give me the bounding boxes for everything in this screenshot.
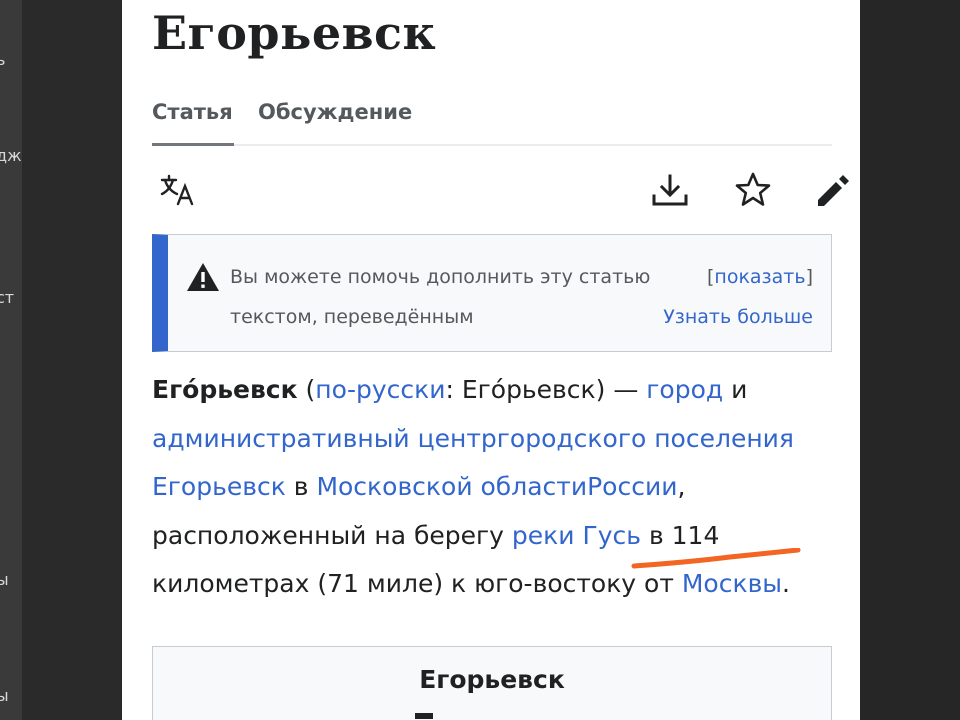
page-actions-toolbar [152, 164, 849, 216]
namespace-tabs: Статья Обсуждение [152, 96, 832, 146]
tab-talk[interactable]: Обсуждение [258, 100, 412, 124]
side-fragment: ст [0, 288, 15, 307]
edit-icon[interactable] [812, 168, 852, 212]
learn-more-link[interactable]: Узнать больше [663, 297, 813, 337]
page-title: Егорьевск [152, 6, 437, 60]
notice-line-2: текстом, переведённым [230, 306, 474, 328]
text: ( [297, 375, 316, 404]
active-tab-indicator [152, 143, 234, 146]
translate-icon[interactable] [158, 168, 198, 212]
star-icon[interactable] [733, 168, 773, 212]
link-river-gus[interactable]: реки Гусь [512, 521, 641, 550]
link-moscow-oblast[interactable]: Московской областиРоссии [316, 472, 677, 501]
notice-line-1: Вы можете помочь дополнить эту статью [230, 266, 651, 288]
notice-show-control: [показать] [707, 257, 813, 297]
link-russian[interactable]: по-русски [315, 375, 445, 404]
text: и [723, 375, 748, 404]
orange-underline-annotation [631, 548, 801, 569]
tab-article[interactable]: Статья [152, 100, 233, 124]
download-icon[interactable] [650, 168, 690, 212]
dark-margin-left [22, 0, 122, 720]
warning-icon [186, 261, 220, 298]
infobox-cut-off-text [415, 713, 433, 719]
infobox: Егорьевск [152, 646, 832, 720]
background-window-strip: ь дж ст ы ы [0, 0, 22, 720]
article-subject: Его́рьевск [152, 375, 298, 404]
side-fragment: ы [0, 570, 9, 589]
show-link[interactable]: показать [714, 266, 805, 288]
text: в [285, 472, 317, 501]
translation-notice: Вы можете помочь дополнить эту статью те… [152, 234, 832, 352]
text: : Его́рьевск) — [445, 375, 647, 404]
notice-message: Вы можете помочь дополнить эту статью те… [230, 257, 650, 337]
article-page: Егорьевск Статья Обсуждение Вы можете по… [122, 0, 860, 720]
bracket-close: ] [805, 266, 813, 288]
side-fragment: ы [0, 686, 9, 705]
infobox-title: Егорьевск [419, 665, 565, 694]
link-city[interactable]: город [646, 375, 723, 404]
side-fragment: ь [0, 50, 6, 69]
dark-margin-right [860, 0, 960, 720]
side-fragment: дж [0, 146, 22, 165]
